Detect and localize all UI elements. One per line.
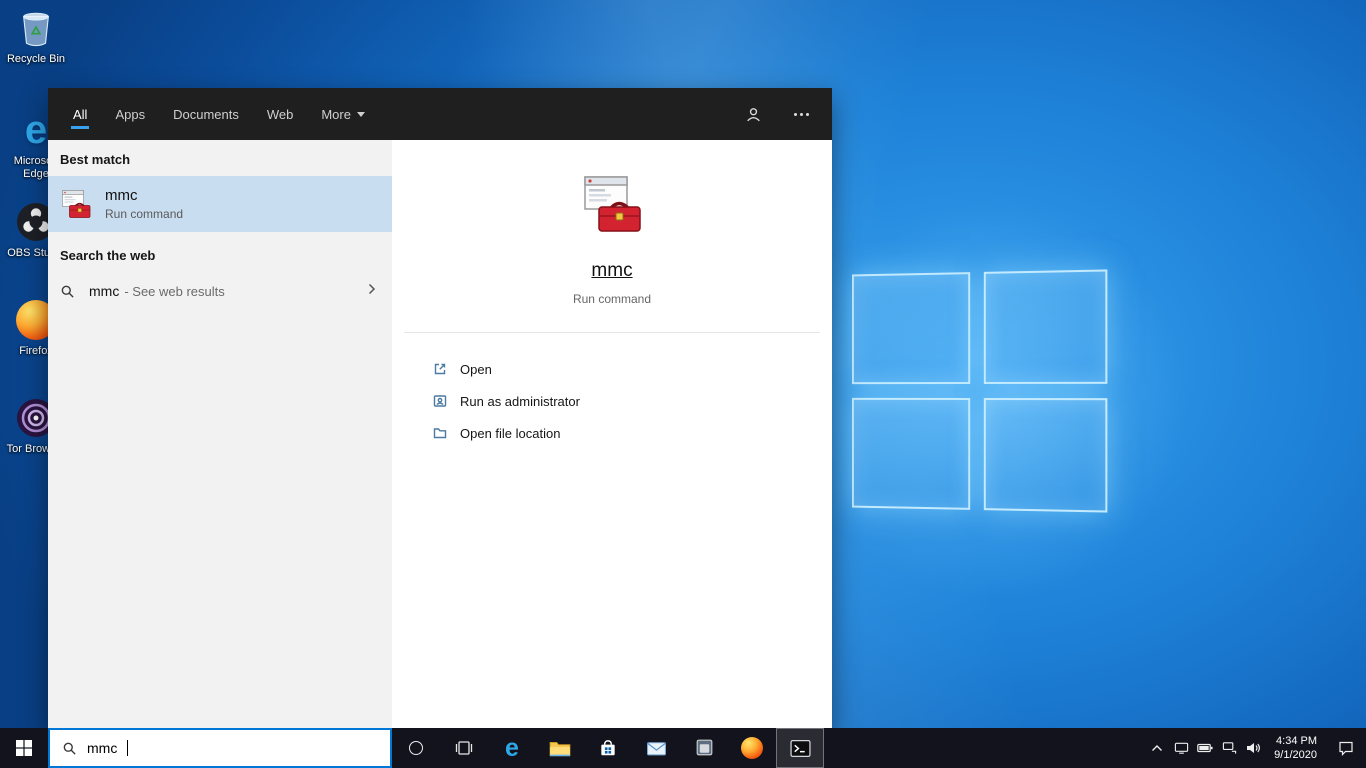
search-tab-bar: All Apps Documents Web More (48, 88, 832, 140)
display-tray-button[interactable] (1169, 728, 1193, 768)
preview-panel: mmc Run command Open Run as administrato… (392, 140, 832, 728)
chevron-down-icon (356, 111, 365, 117)
windows-logo-pane (983, 269, 1108, 384)
best-match-subtitle: Run command (105, 207, 184, 221)
volume-tray-button[interactable] (1241, 728, 1265, 768)
best-match-section-title: Best match (60, 152, 131, 167)
best-match-title: mmc (105, 187, 138, 204)
taskbar-app-mail[interactable] (632, 728, 680, 768)
start-button[interactable] (0, 728, 48, 768)
taskbar-app-window[interactable] (680, 728, 728, 768)
recycle-bin-icon (2, 6, 70, 50)
action-label: Run as administrator (460, 393, 580, 409)
tab-apps[interactable]: Apps (115, 88, 145, 140)
edge-icon: e (505, 733, 519, 762)
preview-title-link[interactable]: mmc (591, 260, 632, 282)
hidden-icons-button[interactable] (1145, 728, 1169, 768)
tab-more[interactable]: More (321, 88, 365, 140)
taskbar: mmc e 4:34 PM 9/1/2020 (0, 728, 1366, 768)
mmc-icon (584, 176, 641, 232)
open-icon (434, 363, 446, 375)
battery-icon (1197, 743, 1213, 753)
taskbar-app-edge[interactable]: e (488, 728, 536, 768)
command-prompt-icon (789, 739, 811, 757)
tab-all[interactable]: All (70, 88, 90, 140)
taskbar-app-firefox[interactable] (728, 728, 776, 768)
action-label: Open file location (460, 425, 561, 441)
taskbar-app-file-explorer[interactable] (536, 728, 584, 768)
chevron-up-icon (1152, 745, 1163, 751)
cortana-button[interactable] (392, 728, 440, 768)
action-open[interactable]: Open (432, 353, 832, 385)
search-input-value: mmc (87, 740, 118, 756)
tab-web[interactable]: Web (267, 88, 294, 140)
user-account-button[interactable] (740, 101, 766, 127)
web-query: mmc (89, 283, 120, 299)
file-explorer-icon (549, 742, 571, 757)
preview-subtitle: Run command (572, 292, 652, 306)
search-results-panel: Best match mmc Run command Search the we… (48, 140, 392, 728)
desktop-icon-recycle-bin[interactable]: Recycle Bin (2, 6, 70, 66)
start-icon (16, 740, 32, 756)
taskbar-search-input[interactable]: mmc (48, 728, 392, 768)
options-button[interactable] (788, 101, 814, 127)
action-center-button[interactable] (1326, 728, 1366, 768)
windows-logo-pane (851, 272, 971, 385)
app-window-icon (696, 739, 712, 755)
task-view-button[interactable] (440, 728, 488, 768)
mmc-icon (62, 190, 91, 218)
chevron-right-icon (368, 283, 376, 295)
web-search-result[interactable]: mmc - See web results (48, 272, 392, 310)
windows-logo-pane (983, 398, 1108, 513)
windows-logo (851, 269, 1108, 513)
search-flyout: All Apps Documents Web More Best match m… (48, 88, 832, 728)
task-view-icon (455, 741, 473, 755)
volume-icon (1247, 743, 1261, 753)
action-label: Open (460, 361, 492, 377)
ellipsis-icon (793, 112, 809, 116)
clock-date: 9/1/2020 (1274, 749, 1317, 761)
network-tray-button[interactable] (1217, 728, 1241, 768)
action-center-icon (1339, 741, 1353, 756)
taskbar-app-command-prompt[interactable] (776, 728, 824, 768)
store-icon (601, 740, 615, 756)
network-icon (1222, 742, 1236, 754)
best-match-result[interactable]: mmc Run command (48, 176, 392, 232)
web-section-title: Search the web (60, 248, 156, 263)
clock-time: 4:34 PM (1276, 735, 1317, 747)
user-icon (746, 107, 760, 121)
battery-tray-button[interactable] (1193, 728, 1217, 768)
display-icon (1174, 742, 1188, 754)
text-cursor (127, 740, 129, 756)
cortana-icon (409, 741, 423, 755)
search-icon (61, 285, 74, 298)
firefox-icon (741, 737, 763, 759)
preview-divider (404, 332, 820, 333)
clock[interactable]: 4:34 PM 9/1/2020 (1265, 728, 1326, 768)
action-open-file-location[interactable]: Open file location (432, 417, 832, 449)
mail-icon (646, 741, 666, 755)
windows-logo-pane (851, 397, 971, 510)
file-location-icon (433, 428, 447, 439)
expand-web-results-button[interactable] (368, 282, 376, 300)
taskbar-app-microsoft-store[interactable] (584, 728, 632, 768)
desktop-icon-label: Recycle Bin (6, 53, 66, 65)
action-run-as-administrator[interactable]: Run as administrator (432, 385, 832, 417)
system-tray: 4:34 PM 9/1/2020 (1145, 728, 1366, 768)
web-suffix: - See web results (124, 283, 225, 299)
search-icon (63, 742, 76, 755)
tab-documents[interactable]: Documents (173, 88, 239, 140)
run-as-admin-icon (433, 395, 447, 407)
